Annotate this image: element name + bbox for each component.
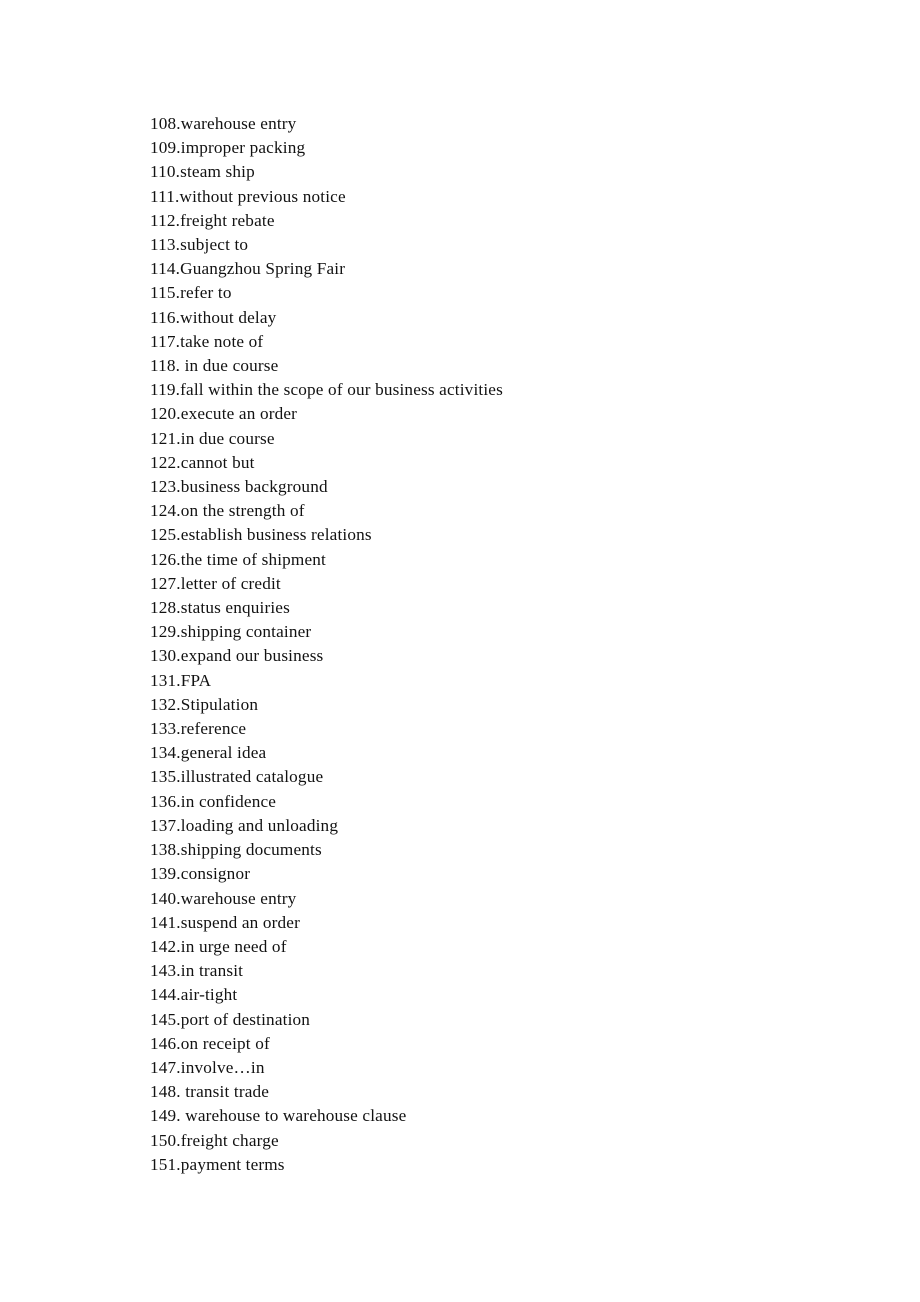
glossary-entry: 148. transit trade: [150, 1082, 270, 1102]
glossary-entry: 129.shipping container: [150, 622, 312, 642]
glossary-entry: 143.in transit: [150, 961, 244, 981]
glossary-entry: 145.port of destination: [150, 1009, 311, 1029]
glossary-entry: 144.air-tight: [150, 985, 238, 1005]
glossary-entry: 119.fall within the scope of our busines…: [150, 380, 503, 400]
glossary-entry: 137.loading and unloading: [150, 815, 339, 835]
glossary-entry: 135.illustrated catalogue: [150, 767, 324, 787]
glossary-entry: 123.business background: [150, 477, 328, 497]
glossary-entry: 113.subject to: [150, 235, 249, 255]
glossary-entry: 124.on the strength of: [150, 501, 305, 521]
glossary-entry: 114.Guangzhou Spring Fair: [150, 259, 346, 279]
glossary-entry: 133.reference: [150, 719, 247, 739]
glossary-entry: 127.letter of credit: [150, 573, 281, 593]
glossary-entry: 130.expand our business: [150, 646, 324, 666]
glossary-entry: 132.Stipulation: [150, 694, 259, 714]
glossary-entry: 125.establish business relations: [150, 525, 372, 545]
glossary-entry: 147.involve…in: [150, 1057, 265, 1077]
glossary-entry: 110.steam ship: [150, 162, 255, 182]
glossary-entry: 141.suspend an order: [150, 912, 300, 932]
glossary-entry: 118. in due course: [150, 356, 279, 376]
glossary-entry: 151.payment terms: [150, 1154, 285, 1174]
glossary-entry: 136.in confidence: [150, 791, 277, 811]
glossary-entry: 149. warehouse to warehouse clause: [150, 1106, 407, 1126]
glossary-term-list: 108.warehouse entry 109.improper packing 1…: [150, 112, 850, 1177]
glossary-entry: 116.without delay: [150, 307, 277, 327]
glossary-entry: 121.in due course: [150, 428, 275, 448]
glossary-entry: 139.consignor: [150, 864, 251, 884]
glossary-entry: 128.status enquiries: [150, 598, 290, 618]
glossary-entry: 142.in urge need of: [150, 936, 287, 956]
document-page: 108.warehouse entry 109.improper packing 1…: [0, 0, 920, 1302]
glossary-entry: 120.execute an order: [150, 404, 298, 424]
glossary-entry: 108.warehouse entry: [150, 114, 297, 133]
glossary-entry: 146.on receipt of: [150, 1033, 270, 1053]
glossary-entry: 109.improper packing: [150, 138, 306, 158]
glossary-entry: 112.freight rebate: [150, 210, 275, 230]
glossary-entry: 150.freight charge: [150, 1130, 279, 1150]
glossary-entry: 140.warehouse entry: [150, 888, 297, 908]
glossary-entry: 131.FPA: [150, 670, 212, 690]
glossary-entry: 117.take note of: [150, 331, 264, 351]
glossary-entry: 111.without previous notice: [150, 186, 346, 206]
glossary-entry: 122.cannot but: [150, 452, 255, 472]
glossary-entry: 138.shipping documents: [150, 840, 322, 860]
glossary-entry: 126.the time of shipment: [150, 549, 326, 569]
glossary-entry: 115.refer to: [150, 283, 232, 303]
glossary-entry: 134.general idea: [150, 743, 267, 763]
